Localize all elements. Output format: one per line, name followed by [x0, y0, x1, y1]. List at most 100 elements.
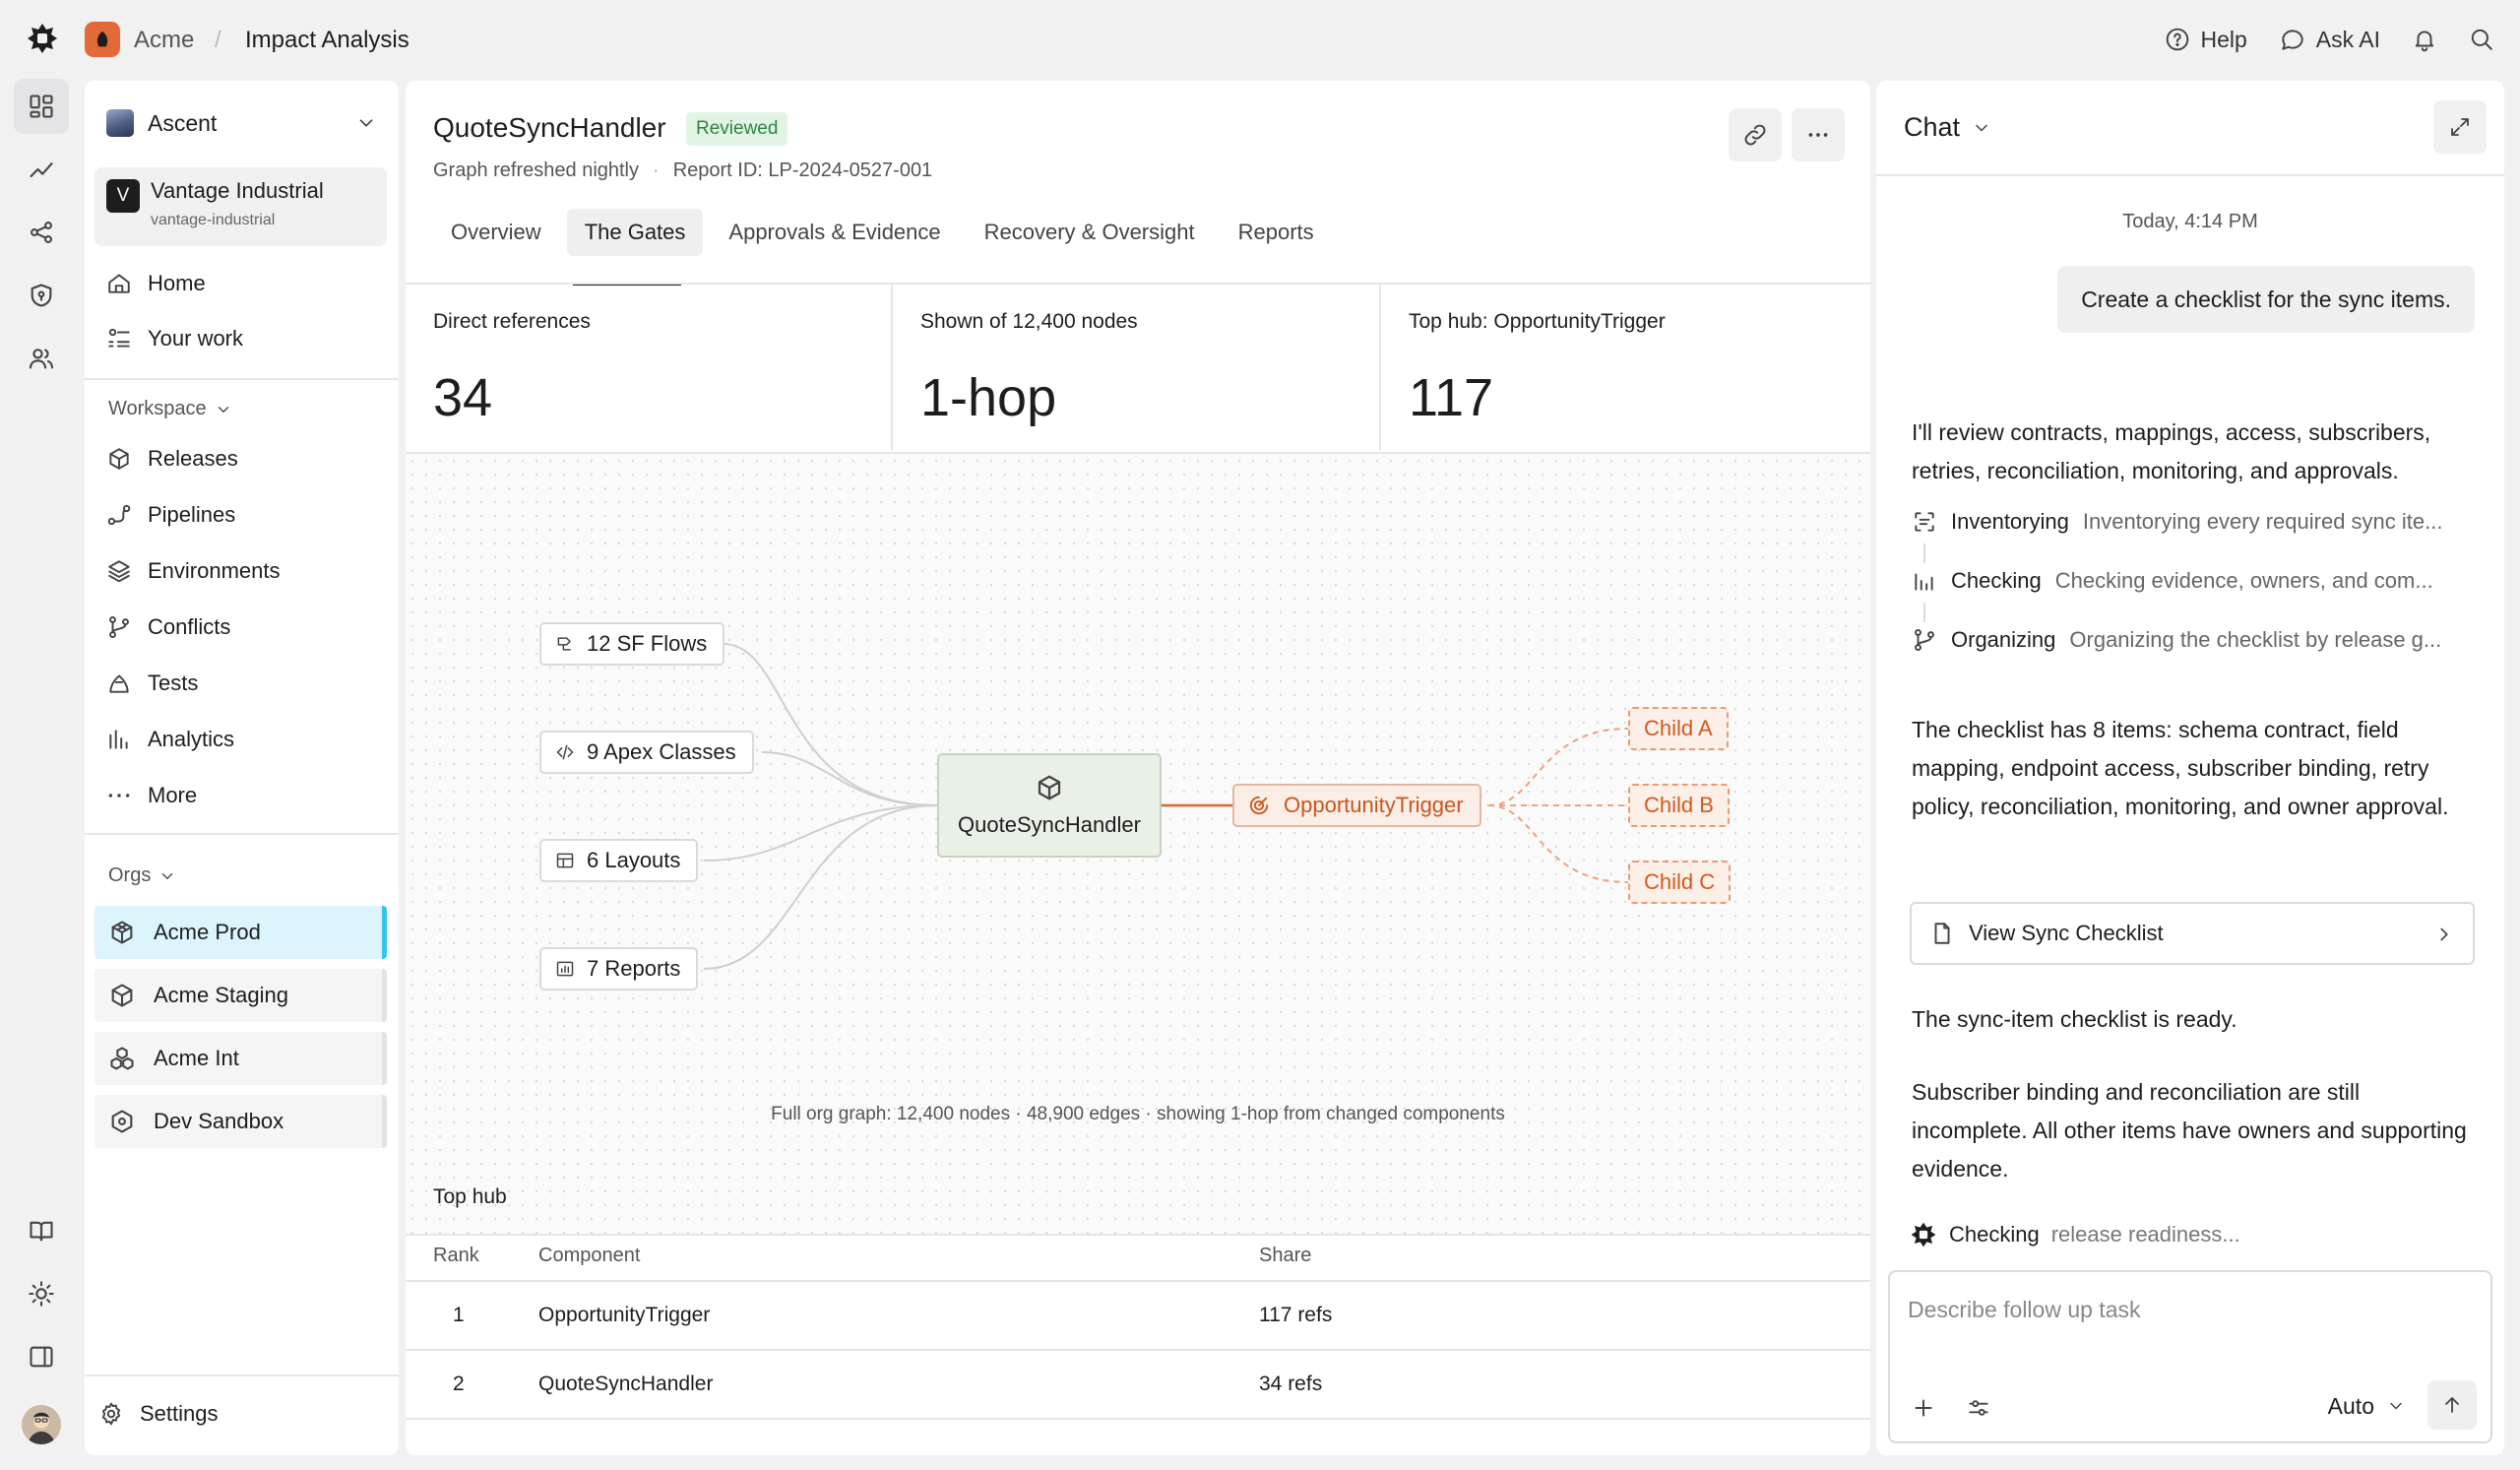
chevron-down-icon	[2390, 1402, 2402, 1410]
follow-up-input[interactable]	[1908, 1290, 2459, 1329]
ask-ai-label: Ask AI	[2315, 26, 2380, 52]
orgs-section-label: Orgs	[108, 864, 152, 886]
send-button[interactable]	[2427, 1380, 2477, 1430]
org-acme-int[interactable]: Acme Int	[94, 1032, 387, 1085]
org-dev-sandbox[interactable]: Dev Sandbox	[94, 1095, 387, 1148]
cell-share: 117 refs	[1259, 1304, 1333, 1326]
graph-node-label: QuoteSyncHandler	[958, 812, 1141, 837]
search-icon[interactable]	[2469, 27, 2494, 52]
cube-icon	[111, 921, 133, 944]
page-subtitle: Graph refreshed nightly · Report ID: LP-…	[433, 160, 932, 182]
workspace-section-toggle[interactable]: Workspace	[108, 398, 232, 420]
help-button[interactable]: Help	[2165, 27, 2247, 53]
tab-overview[interactable]: Overview	[433, 209, 559, 256]
view-sync-checklist-button[interactable]: View Sync Checklist	[1910, 902, 2475, 965]
target-icon	[1249, 796, 1269, 815]
graph-node-reports[interactable]: 7 Reports	[539, 947, 699, 991]
mode-select[interactable]: Auto	[2328, 1386, 2406, 1426]
graph-node-hub[interactable]: OpportunityTrigger	[1232, 784, 1481, 827]
table-row[interactable]: 2 QuoteSyncHandler 34 refs	[406, 1351, 1870, 1420]
home-icon	[108, 274, 130, 293]
tab-reports[interactable]: Reports	[1221, 209, 1332, 256]
orgs-section-toggle[interactable]: Orgs	[108, 864, 176, 887]
package-icon	[1038, 775, 1061, 800]
workspace-switcher[interactable]: Ascent	[106, 100, 377, 146]
rail-share-button[interactable]	[14, 205, 69, 260]
flow-icon	[557, 637, 571, 651]
ask-ai-button[interactable]: Ask AI	[2279, 27, 2380, 53]
tab-the-gates[interactable]: The Gates	[566, 209, 704, 256]
breadcrumb-separator: /	[215, 27, 221, 53]
graph-node-center[interactable]: QuoteSyncHandler	[937, 753, 1162, 858]
rail-panel-button[interactable]	[14, 1329, 69, 1384]
stat-value: 1-hop	[920, 368, 1057, 427]
nav-more[interactable]: More	[106, 776, 382, 815]
nav-settings-label: Settings	[140, 1401, 219, 1426]
graph-node-apex-classes[interactable]: 9 Apex Classes	[539, 731, 754, 774]
branch-icon	[109, 615, 129, 639]
share-icon	[31, 222, 52, 243]
layers-icon	[108, 560, 130, 583]
column-share: Share	[1259, 1244, 1312, 1266]
cell-share: 34 refs	[1259, 1373, 1323, 1395]
attach-button[interactable]	[1904, 1388, 1943, 1428]
report-id: Report ID: LP-2024-0527-001	[672, 160, 933, 181]
step-connector	[1923, 603, 1925, 622]
org-card[interactable]: V Vantage Industrial vantage-industrial	[94, 167, 387, 246]
graph-node-child-a[interactable]: Child A	[1628, 707, 1729, 750]
nav-tests[interactable]: Tests	[106, 664, 382, 703]
nav-releases[interactable]: Releases	[106, 439, 382, 479]
nav-more-label: More	[148, 783, 198, 807]
options-button[interactable]	[1959, 1388, 1998, 1428]
agent-step[interactable]: Checking Checking evidence, owners, and …	[1912, 563, 2483, 599]
page-title: QuoteSyncHandler	[433, 112, 666, 143]
more-options-button[interactable]	[1792, 108, 1845, 161]
user-avatar[interactable]	[22, 1405, 61, 1444]
org-avatar-icon[interactable]	[85, 22, 120, 57]
nav-your-work[interactable]: Your work	[106, 319, 382, 358]
nav-home[interactable]: Home	[106, 264, 382, 303]
rail-docs-button[interactable]	[14, 1203, 69, 1258]
bell-icon[interactable]	[2412, 27, 2437, 52]
dependency-graph[interactable]: 12 SF Flows 9 Apex Classes 6 Layouts 7 R…	[406, 452, 1870, 1236]
table-row[interactable]: 1 OpportunityTrigger 117 refs	[406, 1282, 1870, 1351]
graph-node-child-b[interactable]: Child B	[1628, 784, 1730, 827]
agent-step[interactable]: Organizing Organizing the checklist by r…	[1912, 622, 2483, 658]
status-prefix: Checking	[1949, 1222, 2040, 1246]
org-acme-prod[interactable]: Acme Prod	[94, 906, 387, 959]
rail-analytics-button[interactable]	[14, 142, 69, 197]
expand-chat-button[interactable]	[2433, 100, 2487, 154]
chat-title-dropdown[interactable]: Chat	[1904, 112, 1991, 143]
graph-node-sf-flows[interactable]: 12 SF Flows	[539, 622, 725, 666]
breadcrumb-org[interactable]: Acme	[134, 26, 194, 55]
edge-apex	[761, 751, 938, 806]
cube-icon	[111, 984, 133, 1007]
nav-settings[interactable]: Settings	[98, 1394, 374, 1434]
graph-caption: Full org graph: 12,400 nodes · 48,900 ed…	[771, 1104, 1505, 1124]
edge-hub-child-a	[1487, 728, 1629, 806]
graph-node-child-c[interactable]: Child C	[1628, 861, 1732, 904]
nav-tests-label: Tests	[148, 671, 199, 695]
copy-link-button[interactable]	[1729, 108, 1782, 161]
top-bar: Acme / Impact Analysis Help Ask AI	[0, 0, 2520, 79]
chevron-right-icon	[2440, 927, 2448, 941]
nav-pipelines[interactable]: Pipelines	[106, 495, 382, 535]
rail-users-button[interactable]	[14, 331, 69, 386]
org-acme-prod-label: Acme Prod	[154, 920, 261, 944]
nav-analytics[interactable]: Analytics	[106, 720, 382, 759]
tab-recovery-oversight[interactable]: Recovery & Oversight	[967, 209, 1213, 256]
app-logo-icon[interactable]	[26, 22, 59, 55]
rail-dashboard-button[interactable]	[14, 79, 69, 134]
rail-theme-button[interactable]	[14, 1266, 69, 1321]
org-acme-staging[interactable]: Acme Staging	[94, 969, 387, 1022]
agent-status: Checking release readiness...	[1910, 1221, 2240, 1248]
rail-security-button[interactable]	[14, 268, 69, 323]
nav-conflicts[interactable]: Conflicts	[106, 607, 382, 647]
tab-approvals-evidence[interactable]: Approvals & Evidence	[711, 209, 958, 256]
table-title: Top hub	[433, 1185, 507, 1208]
graph-node-layouts[interactable]: 6 Layouts	[539, 839, 699, 882]
graph-node-label: 7 Reports	[587, 956, 681, 981]
nav-environments[interactable]: Environments	[106, 551, 382, 591]
users-icon	[29, 349, 54, 369]
agent-step[interactable]: Inventorying Inventorying every required…	[1912, 504, 2483, 540]
